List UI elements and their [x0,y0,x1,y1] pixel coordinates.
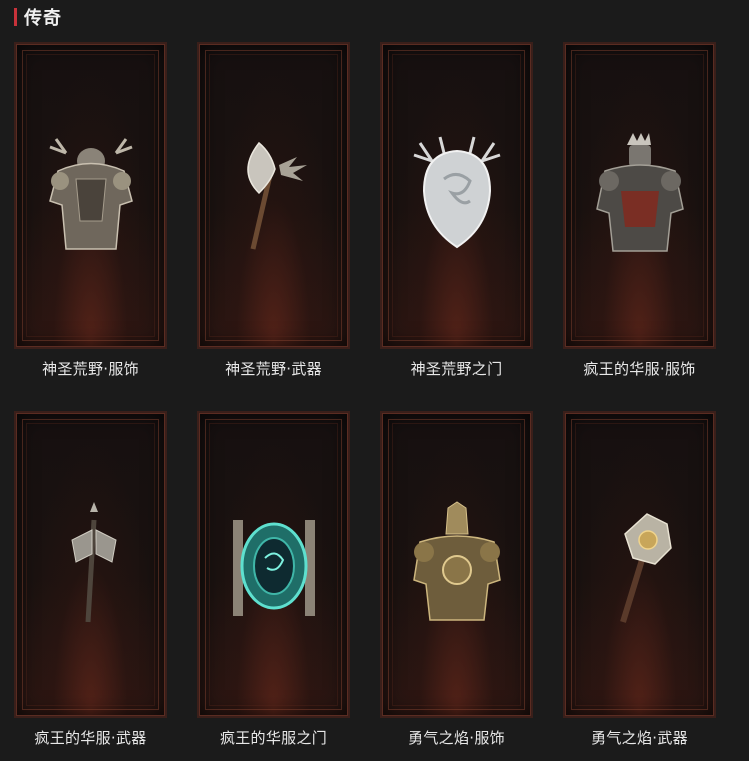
item-card[interactable]: 勇气之焰·武器 [563,411,716,748]
item-label[interactable]: 神圣荒野之门 [380,358,533,379]
item-card[interactable]: 疯王的华服之门 [197,411,350,748]
item-frame[interactable] [380,411,533,718]
item-label[interactable]: 疯王的华服·服饰 [563,358,716,379]
item-label[interactable]: 神圣荒野·服饰 [14,358,167,379]
item-card[interactable]: 疯王的华服·武器 [14,411,167,748]
item-frame[interactable] [563,42,716,349]
item-label[interactable]: 勇气之焰·武器 [563,727,716,748]
item-card[interactable]: 神圣荒野·服饰 [14,42,167,379]
twin-blade-axe-icon [70,501,117,622]
section-header: 传奇 [14,4,62,30]
item-frame[interactable] [14,411,167,718]
item-frame[interactable] [14,42,167,349]
axe-icon [246,141,307,250]
item-card[interactable]: 勇气之焰·服饰 [380,411,533,748]
item-label[interactable]: 勇气之焰·服饰 [380,727,533,748]
item-frame[interactable] [197,411,350,718]
golden-mace-icon [619,512,672,623]
item-label[interactable]: 神圣荒野·武器 [197,358,350,379]
portal-antler-mirror-icon [413,136,500,248]
armor-antlers-icon [48,137,133,250]
portal-teal-vortex-icon [232,519,315,616]
item-frame[interactable] [197,42,350,349]
section-title: 传奇 [24,8,62,29]
armor-golden-icon [412,500,501,621]
armor-crown-icon [595,132,684,252]
item-frame[interactable] [380,42,533,349]
item-card[interactable]: 神圣荒野之门 [380,42,533,379]
item-card[interactable]: 神圣荒野·武器 [197,42,350,379]
item-frame[interactable] [563,411,716,718]
item-label[interactable]: 疯王的华服之门 [197,727,350,748]
section-accent-bar [14,8,17,26]
item-label[interactable]: 疯王的华服·武器 [14,727,167,748]
item-card[interactable]: 疯王的华服·服饰 [563,42,716,379]
